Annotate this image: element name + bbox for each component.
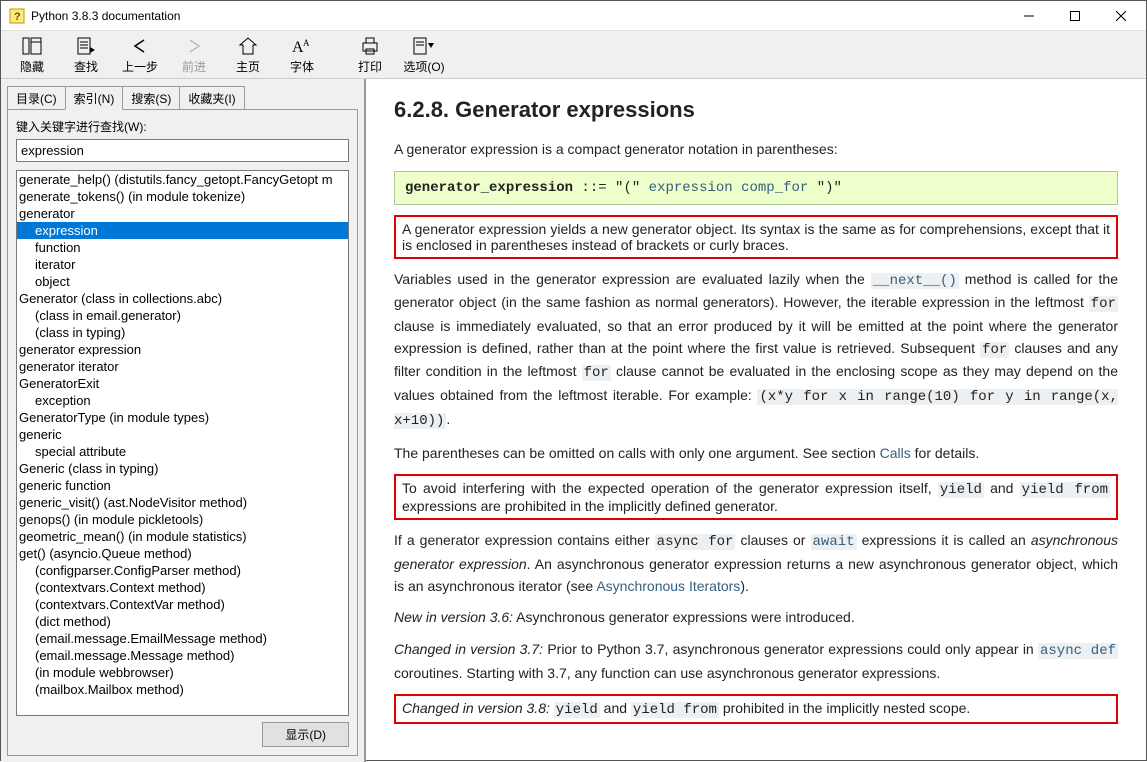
index-item[interactable]: generic function: [17, 477, 348, 494]
para-changed-37: Changed in version 3.7: Prior to Python …: [394, 639, 1118, 684]
home-button[interactable]: 主页: [221, 33, 275, 76]
sidebar-tabs: 目录(C) 索引(N) 搜索(S) 收藏夹(I): [7, 85, 358, 109]
index-item[interactable]: generate_tokens() (in module tokenize): [17, 188, 348, 205]
options-button[interactable]: 选项(O): [397, 33, 451, 76]
sidebar: 目录(C) 索引(N) 搜索(S) 收藏夹(I) 键入关键字进行查找(W): g…: [1, 79, 366, 762]
index-item[interactable]: geometric_mean() (in module statistics): [17, 528, 348, 545]
index-item[interactable]: generator: [17, 205, 348, 222]
para-lazy-eval: Variables used in the generator expressi…: [394, 269, 1118, 433]
back-label: 上一步: [122, 58, 158, 75]
highlighted-box-3: Changed in version 3.8: yield and yield …: [394, 694, 1118, 724]
index-item[interactable]: (configparser.ConfigParser method): [17, 562, 348, 579]
index-item[interactable]: Generator (class in collections.abc): [17, 290, 348, 307]
app-icon: ?: [9, 8, 25, 24]
index-item[interactable]: GeneratorType (in module types): [17, 409, 348, 426]
print-label: 打印: [358, 58, 382, 75]
grammar-box: generator_expression ::= "(" expression …: [394, 171, 1118, 205]
hide-icon: [22, 35, 42, 57]
back-button[interactable]: 上一步: [113, 33, 167, 76]
index-item[interactable]: genops() (in module pickletools): [17, 511, 348, 528]
index-item[interactable]: (class in typing): [17, 324, 348, 341]
index-item[interactable]: (in module webbrowser): [17, 664, 348, 681]
index-item[interactable]: generator expression: [17, 341, 348, 358]
index-item[interactable]: generator iterator: [17, 358, 348, 375]
index-search-input[interactable]: [16, 139, 349, 162]
toolbar: 隐藏 查找 上一步 前进 主页 AA 字体 打印 选项(O): [1, 31, 1146, 79]
font-icon: AA: [292, 35, 312, 57]
forward-icon: [184, 35, 204, 57]
para-new-36: New in version 3.6: Asynchronous generat…: [394, 607, 1118, 629]
tab-favorites[interactable]: 收藏夹(I): [179, 86, 244, 110]
index-item[interactable]: (class in email.generator): [17, 307, 348, 324]
maximize-button[interactable]: [1052, 1, 1098, 31]
link-async-def[interactable]: async def: [1038, 643, 1118, 659]
section-heading: 6.2.8. Generator expressions: [394, 97, 1118, 123]
index-item[interactable]: GeneratorExit: [17, 375, 348, 392]
index-item[interactable]: iterator: [17, 256, 348, 273]
index-item[interactable]: (mailbox.Mailbox method): [17, 681, 348, 698]
index-item[interactable]: (dict method): [17, 613, 348, 630]
search-prompt: 键入关键字进行查找(W):: [16, 118, 349, 135]
show-button[interactable]: 显示(D): [262, 722, 349, 747]
link-async-iterators[interactable]: Asynchronous Iterators: [596, 578, 740, 594]
forward-label: 前进: [182, 58, 206, 75]
find-label: 查找: [74, 58, 98, 75]
svg-text:?: ?: [14, 11, 21, 23]
print-button[interactable]: 打印: [343, 33, 397, 76]
close-button[interactable]: [1098, 1, 1144, 31]
link-calls[interactable]: Calls: [880, 445, 911, 461]
home-label: 主页: [236, 58, 260, 75]
options-label: 选项(O): [403, 58, 444, 75]
index-item[interactable]: (contextvars.Context method): [17, 579, 348, 596]
font-label: 字体: [290, 58, 314, 75]
index-item[interactable]: generic: [17, 426, 348, 443]
index-item[interactable]: (email.message.EmailMessage method): [17, 630, 348, 647]
index-item[interactable]: generate_help() (distutils.fancy_getopt.…: [17, 171, 348, 188]
highlighted-box-2: To avoid interfering with the expected o…: [394, 474, 1118, 520]
index-item[interactable]: expression: [17, 222, 348, 239]
index-item[interactable]: exception: [17, 392, 348, 409]
find-button[interactable]: 查找: [59, 33, 113, 76]
tab-search[interactable]: 搜索(S): [122, 86, 180, 110]
back-icon: [130, 35, 150, 57]
hide-button[interactable]: 隐藏: [5, 33, 59, 76]
link-await[interactable]: await: [811, 534, 857, 550]
index-item[interactable]: function: [17, 239, 348, 256]
tab-index[interactable]: 索引(N): [65, 86, 124, 110]
titlebar: ? Python 3.8.3 documentation: [1, 1, 1146, 31]
index-item[interactable]: generic_visit() (ast.NodeVisitor method): [17, 494, 348, 511]
svg-text:A: A: [303, 38, 310, 48]
index-item[interactable]: special attribute: [17, 443, 348, 460]
forward-button: 前进: [167, 33, 221, 76]
highlighted-box-1: A generator expression yields a new gene…: [394, 215, 1118, 259]
index-item[interactable]: (contextvars.ContextVar method): [17, 596, 348, 613]
index-item[interactable]: object: [17, 273, 348, 290]
font-button[interactable]: AA 字体: [275, 33, 329, 76]
index-item[interactable]: (email.message.Message method): [17, 647, 348, 664]
para-async: If a generator expression contains eithe…: [394, 530, 1118, 597]
index-item[interactable]: get() (asyncio.Queue method): [17, 545, 348, 562]
link-comp-for[interactable]: comp_for: [733, 180, 809, 196]
link-next[interactable]: __next__(): [871, 273, 959, 289]
find-icon: [76, 35, 96, 57]
intro-para: A generator expression is a compact gene…: [394, 139, 1118, 161]
index-item[interactable]: Generic (class in typing): [17, 460, 348, 477]
link-expression[interactable]: expression: [640, 180, 732, 196]
index-listbox[interactable]: generate_help() (distutils.fancy_getopt.…: [16, 170, 349, 716]
tab-contents[interactable]: 目录(C): [7, 86, 66, 110]
hide-label: 隐藏: [20, 58, 44, 75]
home-icon: [238, 35, 258, 57]
para-parentheses: The parentheses can be omitted on calls …: [394, 443, 1118, 465]
options-icon: [413, 35, 435, 57]
print-icon: [360, 35, 380, 57]
content-pane[interactable]: 6.2.8. Generator expressions A generator…: [366, 79, 1146, 762]
minimize-button[interactable]: [1006, 1, 1052, 31]
window-title: Python 3.8.3 documentation: [31, 9, 1006, 23]
